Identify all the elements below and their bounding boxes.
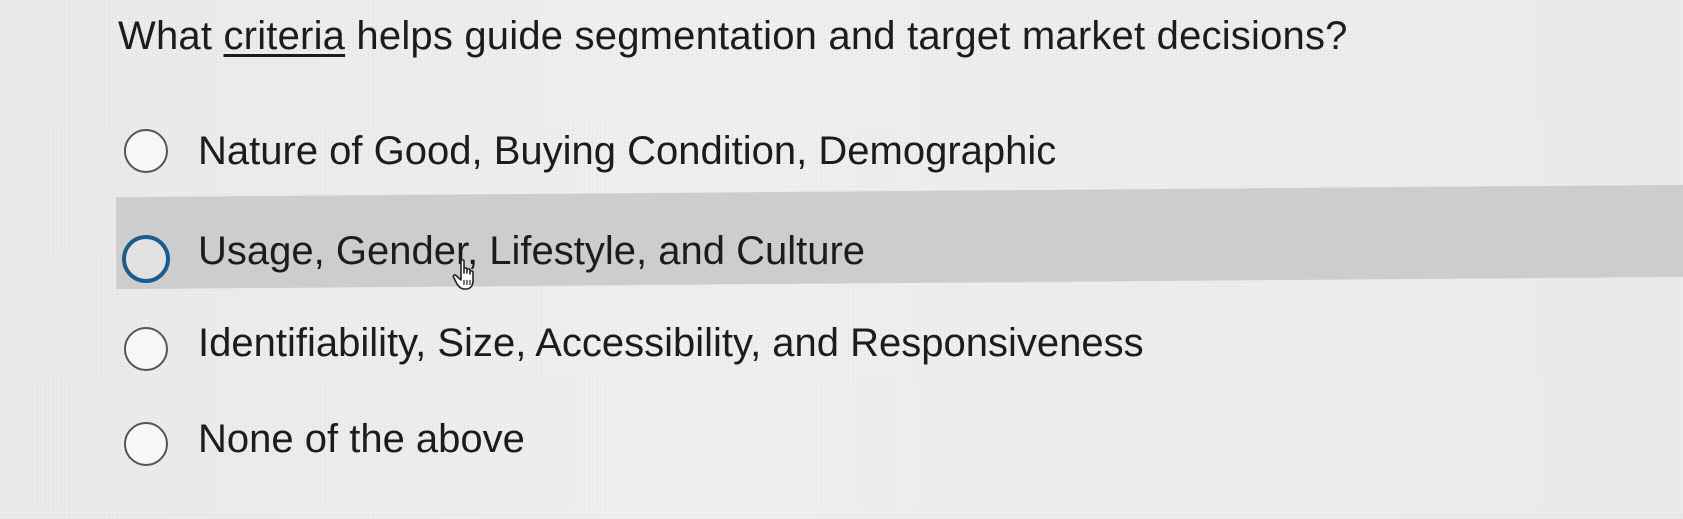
question-text: What criteria helps guide segmentation a… [118,10,1348,62]
question-suffix: helps guide segmentation and target mark… [345,14,1348,58]
radio-button-option-2[interactable] [122,235,170,283]
question-emphasis: criteria [223,14,346,58]
quiz-page: What criteria helps guide segmentation a… [0,0,1683,519]
hand-pointer-icon [452,259,474,290]
option-label-2[interactable]: Usage, Gender, Lifestyle, and Culture [198,226,865,276]
radio-button-option-3[interactable] [124,327,168,371]
question-prefix: What [118,14,224,58]
option-label-4[interactable]: None of the above [198,414,525,464]
radio-button-option-1[interactable] [124,129,168,173]
radio-button-option-4[interactable] [124,422,168,466]
option-label-3[interactable]: Identifiability, Size, Accessibility, an… [198,318,1144,368]
option-label-1[interactable]: Nature of Good, Buying Condition, Demogr… [198,126,1056,176]
